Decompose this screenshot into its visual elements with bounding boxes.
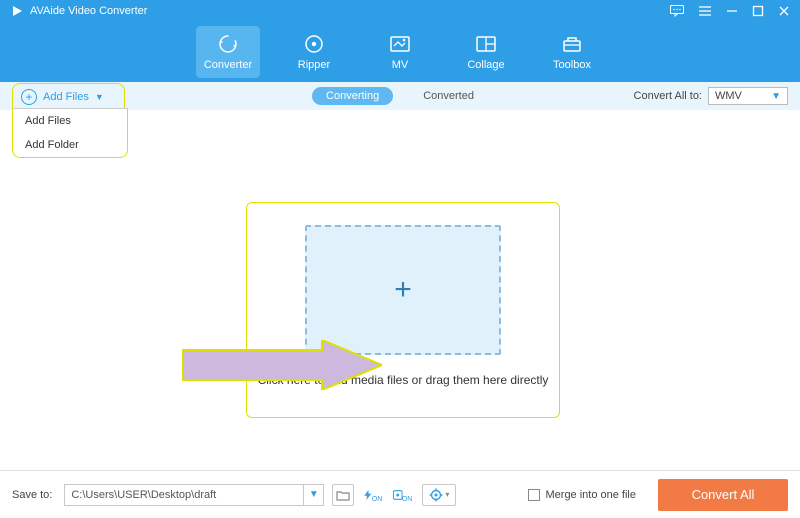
open-folder-button[interactable] [332,484,354,506]
merge-checkbox[interactable]: Merge into one file [528,489,637,501]
plus-icon: + [394,273,412,307]
convert-all-to: Convert All to: WMV ▼ [634,87,788,105]
feedback-icon[interactable] [670,5,684,17]
save-path-select[interactable]: C:\Users\USER\Desktop\draft ▼ [64,484,324,506]
tab-ripper[interactable]: Ripper [282,26,346,78]
checkbox-icon [528,489,540,501]
app-title: AVAide Video Converter [30,5,147,17]
dropdown-add-files[interactable]: Add Files [13,109,127,133]
merge-label: Merge into one file [546,489,637,501]
main-area: + Click here to add media files or drag … [0,110,800,470]
tab-collage[interactable]: Collage [454,26,518,78]
main-toolbar: Converter Ripper MV Collage Toolbox [0,22,800,82]
add-files-highlight: + Add Files ▼ [12,83,125,109]
app-logo-icon [10,4,24,18]
sub-bar: + Add Files ▼ Converting Converted Conve… [0,82,800,110]
tab-converter[interactable]: Converter [196,26,260,78]
convert-all-to-label: Convert All to: [634,90,702,102]
status-tabs: Converting Converted [312,87,488,105]
tab-toolbox[interactable]: Toolbox [540,26,604,78]
converter-icon [217,33,239,55]
save-path-value: C:\Users\USER\Desktop\draft [71,489,216,501]
bottom-bar: Save to: C:\Users\USER\Desktop\draft ▼ O… [0,470,800,518]
tab-label: MV [392,59,409,71]
settings-gear-button[interactable]: ▾ [422,484,456,506]
toolbox-icon [561,33,583,55]
tab-label: Toolbox [553,59,591,71]
high-speed-icon[interactable]: ON [392,484,414,506]
chevron-down-icon[interactable]: ▼ [303,484,323,506]
collage-icon [475,33,497,55]
save-to-label: Save to: [12,489,52,501]
title-bar: AVAide Video Converter [0,0,800,22]
add-files-dropdown: Add Files Add Folder [12,108,128,158]
minimize-icon[interactable] [726,5,738,17]
add-files-button[interactable]: + Add Files ▼ [15,87,110,107]
tab-label: Collage [467,59,504,71]
plus-circle-icon: + [21,89,37,105]
add-files-label: Add Files [43,91,89,103]
tab-mv[interactable]: MV [368,26,432,78]
output-format-value: WMV [715,90,742,102]
mv-icon [389,33,411,55]
hardware-accel-icon[interactable]: ON [362,484,384,506]
tab-converting[interactable]: Converting [312,87,393,105]
tab-label: Converter [204,59,252,71]
chevron-down-icon: ▼ [95,92,104,102]
tab-label: Ripper [298,59,330,71]
close-icon[interactable] [778,5,790,17]
tab-converted[interactable]: Converted [409,87,488,105]
tutorial-arrow-icon [182,340,382,395]
convert-all-button[interactable]: Convert All [658,479,788,511]
dropzone[interactable]: + [305,225,501,355]
output-format-select[interactable]: WMV ▼ [708,87,788,105]
chevron-down-icon: ▼ [771,91,781,102]
ripper-icon [303,33,325,55]
maximize-icon[interactable] [752,5,764,17]
dropdown-add-folder[interactable]: Add Folder [13,133,127,157]
menu-icon[interactable] [698,5,712,17]
